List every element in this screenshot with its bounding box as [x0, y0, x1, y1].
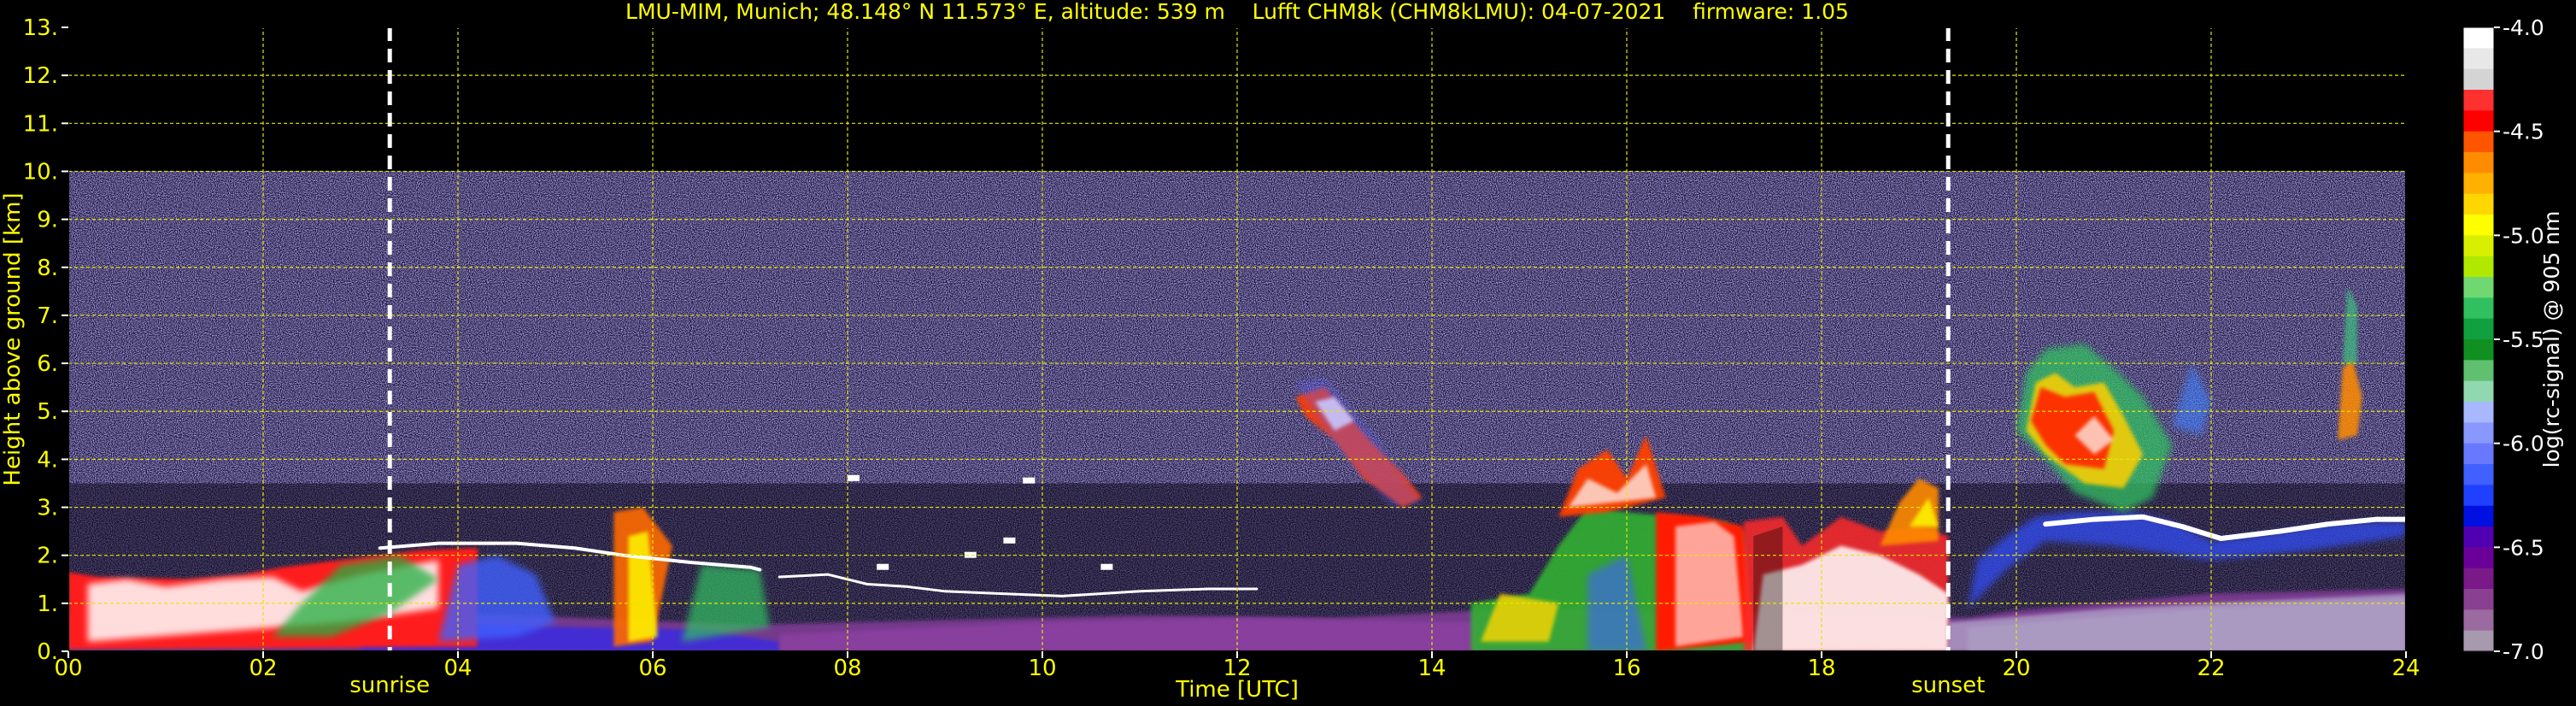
x-tick-label: 16 [1612, 656, 1640, 681]
ceilometer-figure: sunrise sunset 00 02 04 06 08 10 12 14 16 18 20 22 24… [0, 0, 2564, 703]
colorbar-tick-label: -6.5 [2503, 535, 2544, 560]
colorbar-tick-label: -6.0 [2503, 432, 2544, 456]
y-tick-label: 11. [23, 111, 58, 137]
colorbar-swatch [2463, 527, 2494, 548]
rain-white [1675, 521, 1744, 647]
y-tick-label: 0. [37, 639, 58, 665]
x-tick-label: 24 [2391, 656, 2420, 681]
x-tick-label: 14 [1417, 656, 1446, 681]
colorbar-tick-label: -4.0 [2503, 15, 2544, 40]
colorbar-swatch [2463, 215, 2494, 236]
colorbar-swatch [2463, 110, 2494, 132]
colorbar-swatch [2463, 152, 2494, 174]
y-tick-label: 2. [37, 544, 58, 569]
colorbar-tick-label: -7.0 [2503, 639, 2544, 664]
x-tick-label: 18 [1807, 656, 1835, 681]
colorbar-swatch [2463, 277, 2494, 298]
colorbar-swatch [2463, 173, 2494, 195]
colorbar-tick-label: -5.5 [2503, 327, 2544, 352]
x-axis-label: Time [UTC] [1175, 677, 1299, 703]
x-tick-label: 22 [2197, 656, 2225, 681]
x-tick-label: 00 [54, 656, 82, 681]
colorbar-swatch [2463, 568, 2494, 590]
y-tick-label: 5. [37, 399, 58, 425]
y-tick-label: 8. [37, 256, 58, 281]
colorbar-swatch [2463, 27, 2494, 49]
y-tick-label: 6. [37, 351, 58, 377]
colorbar-swatch [2463, 131, 2494, 153]
y-tick-label: 4. [37, 447, 58, 473]
x-tick-label: 06 [638, 656, 666, 681]
cloud-fragment [1023, 477, 1036, 484]
y-axis-ticks: 0. 1. 2. 3. 4. 5. 6. 7. 8. 9. 10. 11. 12. 13. [23, 15, 68, 665]
colorbar-swatch [2463, 360, 2494, 382]
colorbar-swatch [2463, 464, 2494, 485]
cloud-fragment [877, 563, 889, 570]
x-tick-label: 20 [2002, 656, 2030, 681]
colorbar-tick-label: -4.5 [2503, 120, 2544, 144]
colorbar: -4.0 -4.5 -5.0 -5.5 -6.0 -6.5 -7.0 [2462, 15, 2544, 664]
rain-gap [1753, 527, 1783, 651]
cloud-fragment [848, 474, 860, 481]
colorbar-swatch [2463, 380, 2494, 403]
cloud-fragment [1100, 563, 1113, 570]
y-tick-label: 1. [37, 591, 58, 617]
colorbar-swatch [2463, 90, 2494, 111]
colorbar-swatch [2463, 547, 2494, 569]
colorbar-swatch [2463, 630, 2494, 652]
colorbar-swatch [2463, 256, 2494, 278]
y-tick-label: 12. [23, 63, 58, 89]
y-tick-label: 3. [37, 496, 58, 521]
colorbar-swatch [2463, 68, 2494, 91]
colorbar-swatch [2463, 589, 2494, 610]
colorbar-swatch [2463, 193, 2494, 215]
sunrise-label: sunrise [349, 673, 430, 698]
colorbar-label: log(rc-signal) @ 905 nm [2539, 211, 2564, 468]
colorbar-swatch [2463, 318, 2494, 340]
y-tick-label: 13. [23, 15, 58, 41]
colorbar-swatch [2463, 609, 2494, 632]
y-tick-label: 9. [37, 208, 58, 233]
colorbar-swatch [2463, 505, 2494, 527]
colorbar-swatch [2463, 485, 2494, 507]
x-tick-label: 02 [249, 656, 277, 681]
colorbar-swatch [2463, 48, 2494, 70]
colorbar-swatch [2463, 422, 2494, 444]
y-tick-label: 10. [23, 159, 58, 185]
colorbar-swatch [2463, 402, 2494, 423]
colorbar-swatch [2463, 339, 2494, 361]
colorbar-swatch [2463, 443, 2494, 465]
sunset-label: sunset [1911, 673, 1985, 698]
x-tick-label: 04 [443, 656, 472, 681]
y-tick-label: 7. [37, 303, 58, 329]
colorbar-tick-label: -5.0 [2503, 223, 2544, 248]
chart-title: LMU-MIM, Munich; 48.148° N 11.573° E, al… [625, 0, 1849, 24]
x-tick-label: 08 [833, 656, 861, 681]
cloud-fragment [1003, 537, 1016, 544]
y-axis-label: Height above ground [km] [0, 192, 26, 485]
colorbar-swatch [2463, 297, 2494, 320]
x-tick-label: 10 [1028, 656, 1056, 681]
colorbar-swatch [2463, 235, 2494, 257]
